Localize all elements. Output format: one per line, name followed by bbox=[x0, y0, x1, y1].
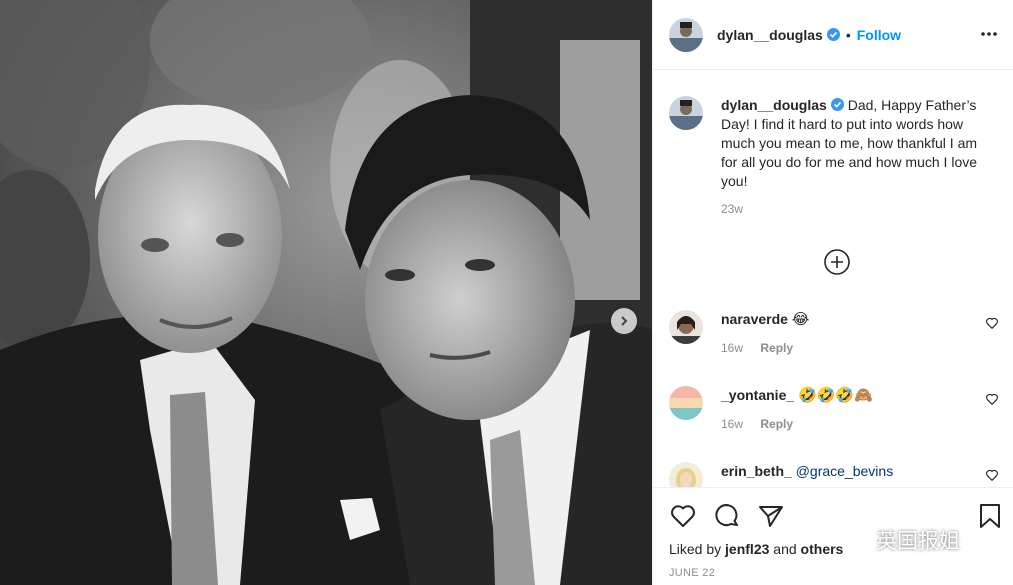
share-icon bbox=[759, 506, 783, 527]
comment-username[interactable]: _yontanie_ bbox=[721, 387, 794, 403]
action-buttons bbox=[669, 502, 785, 530]
comment-body: naraverde 😂 16w Reply bbox=[721, 310, 999, 355]
comment-username[interactable]: erin_beth_ bbox=[721, 463, 792, 479]
heart-icon bbox=[671, 505, 695, 527]
avatar[interactable] bbox=[669, 310, 703, 344]
load-more-comments-button[interactable] bbox=[823, 248, 851, 276]
verified-icon bbox=[826, 28, 840, 41]
post-actions: Liked by jenfl23 and others JUNE 22 bbox=[653, 487, 1013, 585]
comment-username[interactable]: naraverde bbox=[721, 311, 788, 327]
bookmark-icon bbox=[980, 504, 1000, 528]
post-date[interactable]: JUNE 22 bbox=[669, 567, 715, 579]
comment-body: _yontanie_ 🤣🤣🤣🙈 16w Reply bbox=[721, 386, 999, 431]
post-caption: dylan__douglas Dad, Happy Father’s Day! … bbox=[669, 96, 1001, 219]
avatar[interactable] bbox=[669, 17, 703, 52]
post-photo[interactable] bbox=[0, 0, 652, 585]
heart-icon bbox=[986, 469, 998, 482]
comment-like-button[interactable] bbox=[985, 316, 999, 330]
avatar[interactable] bbox=[669, 386, 703, 420]
caption-timestamp[interactable]: 23w bbox=[721, 200, 989, 219]
avatar-image bbox=[669, 96, 703, 130]
likes-prefix: Liked by bbox=[669, 541, 726, 557]
post-sidebar: dylan__douglas • Follow dylan__douglas D… bbox=[652, 0, 1013, 585]
avatar[interactable] bbox=[669, 96, 703, 130]
likes-summary: Liked by jenfl23 and others bbox=[669, 541, 843, 557]
comment-text: 😂 bbox=[791, 310, 810, 328]
like-button[interactable] bbox=[669, 502, 697, 530]
reply-button[interactable]: Reply bbox=[760, 341, 793, 355]
reply-button[interactable]: Reply bbox=[760, 417, 793, 431]
comment-like-button[interactable] bbox=[985, 392, 999, 406]
comment-item: _yontanie_ 🤣🤣🤣🙈 16w Reply bbox=[669, 386, 999, 431]
comment-timestamp[interactable]: 16w bbox=[721, 417, 743, 431]
comment-item: naraverde 😂 16w Reply bbox=[669, 310, 999, 355]
comment-like-button[interactable] bbox=[985, 468, 999, 482]
comment-mention[interactable]: @grace_bevins bbox=[796, 463, 894, 479]
save-button[interactable] bbox=[976, 502, 1004, 530]
verified-icon bbox=[830, 98, 844, 111]
next-photo-button[interactable] bbox=[611, 308, 637, 334]
share-button[interactable] bbox=[757, 502, 785, 530]
caption-body: dylan__douglas Dad, Happy Father’s Day! … bbox=[721, 96, 989, 219]
heart-icon bbox=[986, 393, 998, 406]
likes-joiner: and bbox=[769, 541, 801, 557]
post-author-username[interactable]: dylan__douglas bbox=[717, 27, 823, 43]
chevron-right-icon bbox=[621, 316, 628, 326]
comment-button[interactable] bbox=[713, 502, 741, 530]
comment-icon bbox=[715, 504, 738, 527]
post-header: dylan__douglas • Follow bbox=[653, 0, 1013, 70]
comment-text: 🤣🤣🤣🙈 bbox=[798, 386, 873, 404]
separator-dot: • bbox=[845, 26, 851, 43]
avatar-image bbox=[669, 310, 703, 344]
caption-username[interactable]: dylan__douglas bbox=[721, 97, 827, 113]
likes-others-link[interactable]: others bbox=[801, 541, 844, 557]
more-options-button[interactable] bbox=[977, 22, 1001, 46]
more-icon bbox=[981, 32, 997, 36]
comment-timestamp[interactable]: 16w bbox=[721, 341, 743, 355]
heart-icon bbox=[986, 317, 998, 330]
load-more-icon bbox=[824, 249, 850, 275]
liked-by-user[interactable]: jenfl23 bbox=[725, 541, 769, 557]
instagram-post: dylan__douglas • Follow dylan__douglas D… bbox=[0, 0, 1013, 585]
avatar-image bbox=[669, 386, 703, 420]
follow-button[interactable]: Follow bbox=[857, 27, 901, 43]
avatar-image bbox=[669, 17, 703, 52]
black-and-white-portrait-image bbox=[0, 0, 652, 585]
